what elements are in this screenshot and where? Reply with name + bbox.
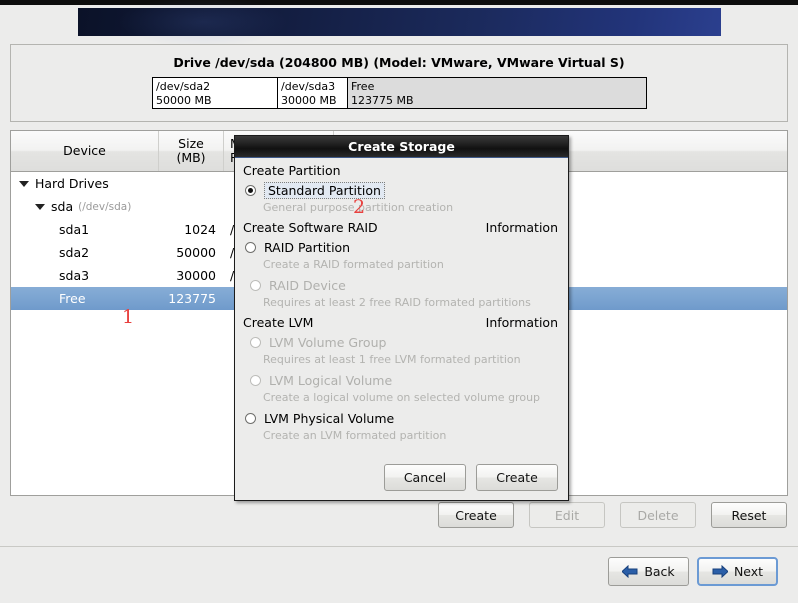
arrow-left-icon <box>622 565 638 578</box>
row-device-label: sda2 <box>59 245 90 260</box>
radio-icon[interactable] <box>245 185 256 196</box>
partition-segment[interactable]: /dev/sda3 30000 MB <box>278 78 348 108</box>
anaconda-banner <box>78 0 721 48</box>
group-info-link[interactable]: Information <box>486 315 558 330</box>
row-device-cell: sda2 <box>11 245 159 260</box>
option-label: LVM Volume Group <box>269 335 387 350</box>
banner-top-strip <box>0 0 798 5</box>
segment-size: 30000 MB <box>281 93 337 107</box>
option-label: Standard Partition <box>264 182 385 199</box>
triangle-down-icon[interactable] <box>35 203 45 210</box>
column-header-size-line1: Size <box>178 136 204 151</box>
create-storage-dialog: Create Storage Create Partition Standard… <box>234 135 569 501</box>
row-device-label: sda1 <box>59 222 90 237</box>
radio-icon <box>250 280 261 291</box>
group-header-create-partition: Create Partition <box>235 161 568 180</box>
column-header-device[interactable]: Device <box>11 131 159 171</box>
dialog-button-row: Cancel Create <box>384 464 558 491</box>
row-device-label: sda3 <box>59 268 90 283</box>
row-device-cell: sda (/dev/sda) <box>11 199 159 214</box>
option-label: LVM Logical Volume <box>269 373 393 388</box>
option-lvm-physical-volume[interactable]: LVM Physical Volume <box>235 408 568 428</box>
row-device-label: Free <box>59 291 86 306</box>
radio-icon <box>250 337 261 348</box>
row-device-cell: Free <box>11 291 159 306</box>
option-raid-device: RAID Device <box>240 275 568 295</box>
group-info-link[interactable]: Information <box>486 220 558 235</box>
segment-name: /dev/sda2 <box>156 80 211 93</box>
segment-size: 50000 MB <box>156 93 212 107</box>
drive-summary-panel: Drive /dev/sda (204800 MB) (Model: VMwar… <box>10 44 788 122</box>
option-label: LVM Physical Volume <box>264 411 395 426</box>
row-device-path: (/dev/sda) <box>78 200 132 213</box>
radio-icon <box>250 375 261 386</box>
option-description: Requires at least 2 free RAID formated p… <box>263 296 531 309</box>
option-description: General purpose partition creation <box>263 201 454 214</box>
column-header-size-line2: (MB) <box>176 150 206 165</box>
option-description: Create a RAID formated partition <box>263 258 444 271</box>
annotation-marker-1: 1 <box>122 306 135 328</box>
drive-title: Drive /dev/sda (204800 MB) (Model: VMwar… <box>173 55 625 70</box>
group-heading: Create Partition <box>243 163 341 178</box>
option-description: Create a logical volume on selected volu… <box>263 391 541 404</box>
dialog-create-button[interactable]: Create <box>476 464 558 491</box>
next-button-label: Next <box>733 564 764 579</box>
option-description: Create an LVM formated partition <box>263 429 447 442</box>
group-header-create-lvm: Create LVM Information <box>235 313 568 332</box>
group-header-create-software-raid: Create Software RAID Information <box>235 218 568 237</box>
segment-size: 123775 MB <box>351 93 414 107</box>
dialog-title: Create Storage <box>348 139 455 154</box>
next-button[interactable]: Next <box>697 557 778 586</box>
create-button[interactable]: Create <box>438 502 514 528</box>
arrow-right-icon <box>712 565 728 578</box>
row-device-label: sda <box>51 199 74 214</box>
row-size-cell: 123775 <box>168 291 216 306</box>
partition-segment-free[interactable]: Free 123775 MB <box>348 78 646 108</box>
option-description: Requires at least 1 free LVM formated pa… <box>263 353 521 366</box>
reset-button[interactable]: Reset <box>711 502 787 528</box>
option-lvm-logical-volume: LVM Logical Volume <box>240 370 568 390</box>
footer-divider <box>0 546 798 547</box>
segment-name: /dev/sda3 <box>281 80 336 93</box>
option-standard-partition[interactable]: Standard Partition <box>235 180 568 200</box>
row-device-cell: sda3 <box>11 268 159 283</box>
radio-icon[interactable] <box>245 413 256 424</box>
back-button[interactable]: Back <box>608 557 689 586</box>
delete-button: Delete <box>620 502 696 528</box>
option-lvm-volume-group: LVM Volume Group <box>240 332 568 352</box>
back-button-label: Back <box>644 564 675 579</box>
option-raid-partition[interactable]: RAID Partition <box>235 237 568 257</box>
group-heading: Create Software RAID <box>243 220 378 235</box>
row-device-label: Hard Drives <box>35 176 109 191</box>
segment-name: Free <box>351 80 375 93</box>
partition-segment[interactable]: /dev/sda2 50000 MB <box>153 78 278 108</box>
option-label: RAID Partition <box>264 240 351 255</box>
drive-partition-bar: /dev/sda2 50000 MB /dev/sda3 30000 MB Fr… <box>152 77 647 109</box>
annotation-marker-2: 2 <box>353 196 366 218</box>
group-heading: Create LVM <box>243 315 314 330</box>
row-device-cell: sda1 <box>11 222 159 237</box>
column-header-size[interactable]: Size (MB) <box>159 131 224 171</box>
dialog-body: Create Partition Standard Partition Gene… <box>235 158 568 501</box>
triangle-down-icon[interactable] <box>19 180 29 187</box>
dialog-cancel-button[interactable]: Cancel <box>384 464 466 491</box>
option-label: RAID Device <box>269 278 346 293</box>
row-device-cell: Hard Drives <box>11 176 159 191</box>
row-size-cell: 50000 <box>176 245 216 260</box>
dialog-title-bar: Create Storage <box>235 136 568 158</box>
row-size-cell: 30000 <box>176 268 216 283</box>
edit-button: Edit <box>529 502 605 528</box>
radio-icon[interactable] <box>245 242 256 253</box>
row-size-cell: 1024 <box>184 222 216 237</box>
